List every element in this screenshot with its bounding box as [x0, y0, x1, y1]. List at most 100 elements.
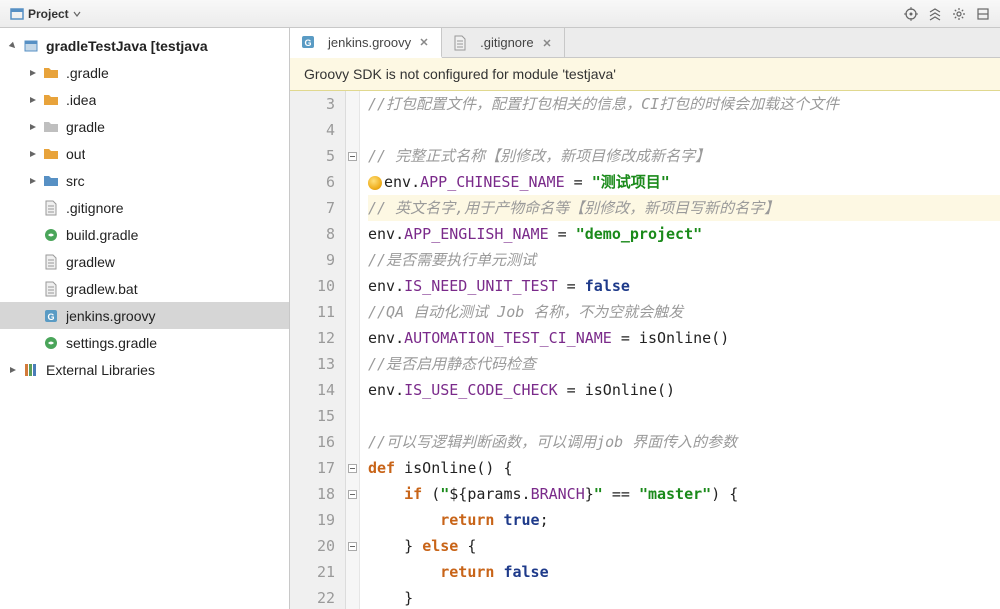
minimize-icon [976, 7, 990, 21]
fold-marker [346, 429, 359, 455]
collapse-all-button[interactable] [924, 3, 946, 25]
fold-marker [346, 559, 359, 585]
code-line[interactable]: if ("${params.BRANCH}" == "master") { [368, 481, 1000, 507]
file-text-icon [42, 199, 60, 217]
code-line[interactable] [368, 403, 1000, 429]
tree-item-gradlew[interactable]: gradlew [0, 248, 289, 275]
code-line[interactable]: // 英文名字,用于产物命名等【别修改，新项目写新的名字】 [368, 195, 1000, 221]
main-area: gradleTestJava [testjava .gradle.idea gra… [0, 28, 1000, 609]
fold-marker [346, 377, 359, 403]
tree-item-build-gradle[interactable]: build.gradle [0, 221, 289, 248]
settings-button[interactable] [948, 3, 970, 25]
tab--gitignore[interactable]: .gitignore [442, 28, 564, 57]
line-number: 13 [290, 351, 335, 377]
code-line[interactable]: } else { [368, 533, 1000, 559]
close-icon[interactable] [417, 35, 431, 49]
code-line[interactable]: env.IS_USE_CODE_CHECK = isOnline() [368, 377, 1000, 403]
expand-arrow-icon[interactable] [26, 174, 40, 188]
expand-arrow-icon[interactable] [26, 228, 40, 242]
expand-arrow-icon[interactable] [6, 363, 20, 377]
tree-item-out[interactable]: out [0, 140, 289, 167]
line-number: 21 [290, 559, 335, 585]
hide-button[interactable] [972, 3, 994, 25]
code-line[interactable]: // 完整正式名称【别修改，新项目修改成新名字】 [368, 143, 1000, 169]
line-number: 11 [290, 299, 335, 325]
tree-item-gradlew-bat[interactable]: gradlew.bat [0, 275, 289, 302]
line-number-gutter: 34567891011121314151617181920212223 [290, 91, 346, 609]
fold-marker [346, 247, 359, 273]
external-libraries[interactable]: External Libraries [0, 356, 289, 383]
collapse-icon [928, 7, 942, 21]
fold-marker [346, 507, 359, 533]
code-line[interactable] [368, 117, 1000, 143]
folder-orange-icon [42, 145, 60, 163]
code-line[interactable]: env.APP_ENGLISH_NAME = "demo_project" [368, 221, 1000, 247]
project-toolbar: Project [0, 0, 1000, 28]
code-line[interactable]: def isOnline() { [368, 455, 1000, 481]
code-line[interactable]: return false [368, 559, 1000, 585]
expand-arrow-icon[interactable] [26, 255, 40, 269]
expand-arrow-icon[interactable] [26, 282, 40, 296]
code-content[interactable]: //打包配置文件，配置打包相关的信息，CI打包的时候会加载这个文件 // 完整正… [360, 91, 1000, 609]
expand-arrow-icon[interactable] [26, 147, 40, 161]
tab-jenkins-groovy[interactable]: Gjenkins.groovy [290, 28, 442, 58]
code-line[interactable]: return true; [368, 507, 1000, 533]
line-number: 19 [290, 507, 335, 533]
project-root[interactable]: gradleTestJava [testjava [0, 32, 289, 59]
folder-blue-icon [42, 172, 60, 190]
tree-item--gitignore[interactable]: .gitignore [0, 194, 289, 221]
close-icon[interactable] [540, 36, 554, 50]
code-line[interactable]: } [368, 585, 1000, 609]
code-line[interactable]: //是否需要执行单元测试 [368, 247, 1000, 273]
expand-arrow-icon[interactable] [26, 201, 40, 215]
line-number: 9 [290, 247, 335, 273]
fold-marker [346, 325, 359, 351]
expand-arrow-icon[interactable] [26, 66, 40, 80]
expand-arrow-icon[interactable] [6, 39, 20, 53]
fold-marker [346, 403, 359, 429]
fold-marker[interactable] [346, 455, 359, 481]
file-text-icon [42, 280, 60, 298]
line-number: 8 [290, 221, 335, 247]
project-panel-label[interactable]: Project [6, 7, 85, 21]
tab-label: .gitignore [480, 35, 533, 50]
code-editor[interactable]: 34567891011121314151617181920212223 //打包… [290, 91, 1000, 609]
tree-item-label: gradle [66, 119, 105, 135]
tree-item-settings-gradle[interactable]: settings.gradle [0, 329, 289, 356]
code-line[interactable]: //是否启用静态代码检查 [368, 351, 1000, 377]
code-line[interactable]: env.AUTOMATION_TEST_CI_NAME = isOnline() [368, 325, 1000, 351]
line-number: 17 [290, 455, 335, 481]
tree-item-src[interactable]: src [0, 167, 289, 194]
sdk-notification[interactable]: Groovy SDK is not configured for module … [290, 58, 1000, 91]
file-gradle-icon [42, 226, 60, 244]
editor-area: Gjenkins.groovy .gitignore Groovy SDK is … [290, 28, 1000, 609]
fold-marker [346, 117, 359, 143]
expand-arrow-icon[interactable] [26, 93, 40, 107]
project-icon [10, 7, 24, 21]
fold-marker[interactable] [346, 481, 359, 507]
code-line[interactable]: //打包配置文件，配置打包相关的信息，CI打包的时候会加载这个文件 [368, 91, 1000, 117]
tree-item-jenkins-groovy[interactable]: Gjenkins.groovy [0, 302, 289, 329]
fold-marker[interactable] [346, 143, 359, 169]
target-icon [904, 7, 918, 21]
code-line[interactable]: env.APP_CHINESE_NAME = "测试项目" [368, 169, 1000, 195]
code-line[interactable]: //可以写逻辑判断函数，可以调用job 界面传入的参数 [368, 429, 1000, 455]
code-line[interactable]: env.IS_NEED_UNIT_TEST = false [368, 273, 1000, 299]
expand-arrow-icon[interactable] [26, 120, 40, 134]
expand-arrow-icon[interactable] [26, 309, 40, 323]
line-number: 14 [290, 377, 335, 403]
tree-item-gradle[interactable]: gradle [0, 113, 289, 140]
svg-text:G: G [304, 38, 311, 48]
project-tree[interactable]: gradleTestJava [testjava .gradle.idea gra… [0, 28, 290, 609]
tree-item--gradle[interactable]: .gradle [0, 59, 289, 86]
locate-button[interactable] [900, 3, 922, 25]
fold-marker [346, 273, 359, 299]
file-text-icon [42, 253, 60, 271]
editor-tabs: Gjenkins.groovy .gitignore [290, 28, 1000, 58]
tree-item--idea[interactable]: .idea [0, 86, 289, 113]
fold-marker[interactable] [346, 533, 359, 559]
code-line[interactable]: //QA 自动化测试 Job 名称，不为空就会触发 [368, 299, 1000, 325]
lightbulb-icon[interactable] [368, 176, 382, 190]
expand-arrow-icon[interactable] [26, 336, 40, 350]
fold-gutter [346, 91, 360, 609]
